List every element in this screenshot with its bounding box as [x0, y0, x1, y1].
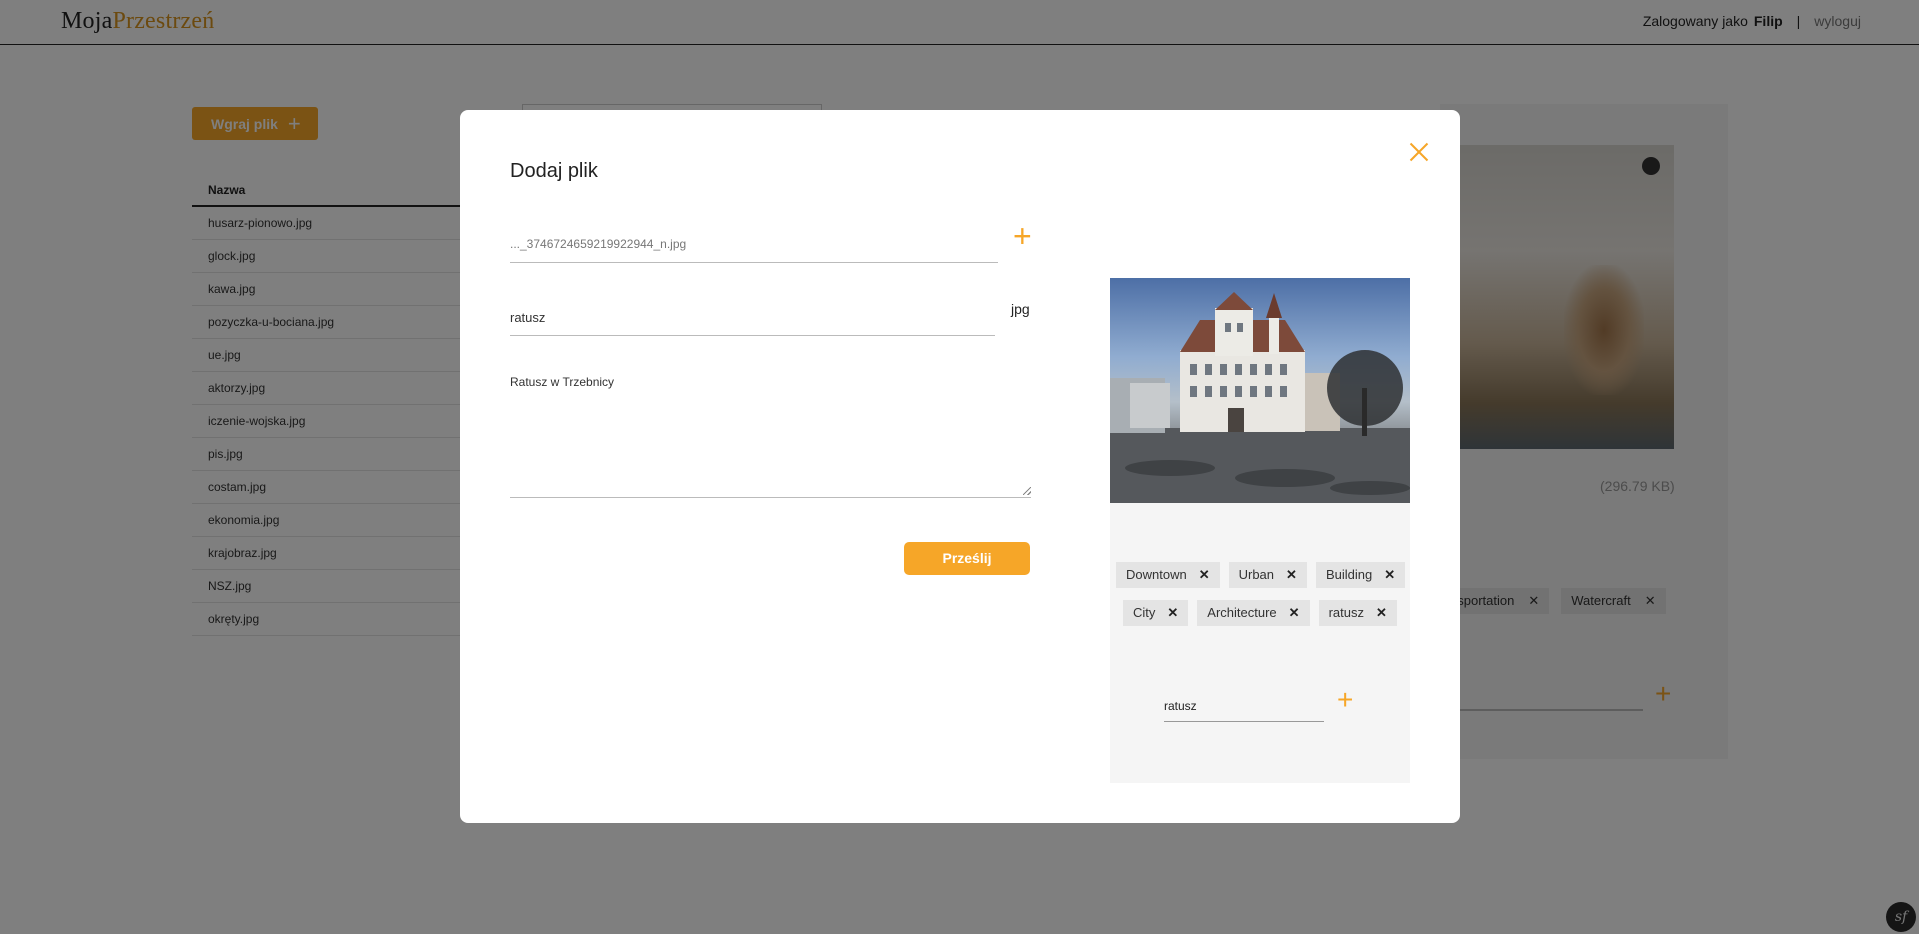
submit-button[interactable]: Prześlij [904, 542, 1030, 575]
description-textarea[interactable]: Ratusz w Trzebnicy [510, 365, 1031, 498]
tag-list: Downtown ✕ Urban ✕ Building ✕ City ✕ Archite… [1116, 562, 1406, 626]
tag-chip-architecture: Architecture ✕ [1197, 600, 1310, 626]
add-file-modal: Dodaj plik ..._3746724659219922944_n.jpg… [460, 110, 1460, 823]
image-preview-panel: Downtown ✕ Urban ✕ Building ✕ City ✕ Archite… [1110, 278, 1410, 783]
remove-tag-icon[interactable]: ✕ [1289, 600, 1300, 626]
tag-chip-ratusz: ratusz ✕ [1318, 600, 1397, 626]
file-name-input[interactable]: ratusz [510, 300, 995, 336]
tag-label: Downtown [1126, 567, 1187, 582]
remove-tag-icon[interactable]: ✕ [1376, 600, 1387, 626]
tag-label: City [1133, 605, 1156, 620]
remove-tag-icon[interactable]: ✕ [1199, 562, 1210, 588]
remove-tag-icon[interactable]: ✕ [1384, 562, 1395, 588]
new-tag-input[interactable]: ratusz [1164, 692, 1324, 722]
tag-label: ratusz [1328, 605, 1364, 620]
choose-file-plus-icon[interactable]: + [1013, 220, 1032, 252]
remove-tag-icon[interactable]: ✕ [1286, 562, 1297, 588]
uploaded-photo [1110, 278, 1410, 503]
description-text: Ratusz w Trzebnicy [510, 375, 615, 389]
tag-chip-building: Building ✕ [1315, 562, 1406, 588]
file-path-input[interactable]: ..._3746724659219922944_n.jpg [510, 230, 998, 263]
tag-chip-urban: Urban ✕ [1228, 562, 1307, 588]
file-extension-label: jpg [1011, 301, 1030, 317]
tag-label: Architecture [1207, 605, 1277, 620]
tag-label: Urban [1238, 567, 1275, 582]
resize-handle-icon[interactable] [1023, 487, 1031, 495]
close-icon[interactable] [1407, 140, 1431, 164]
remove-tag-icon[interactable]: ✕ [1167, 600, 1178, 626]
tag-label: Building [1325, 567, 1373, 582]
tag-chip-downtown: Downtown ✕ [1116, 562, 1220, 588]
modal-title: Dodaj plik [510, 160, 598, 182]
add-tag-plus-icon[interactable]: + [1337, 686, 1353, 714]
tag-chip-city: City ✕ [1123, 600, 1189, 626]
town-hall-photo-illustration [1110, 292, 1410, 503]
